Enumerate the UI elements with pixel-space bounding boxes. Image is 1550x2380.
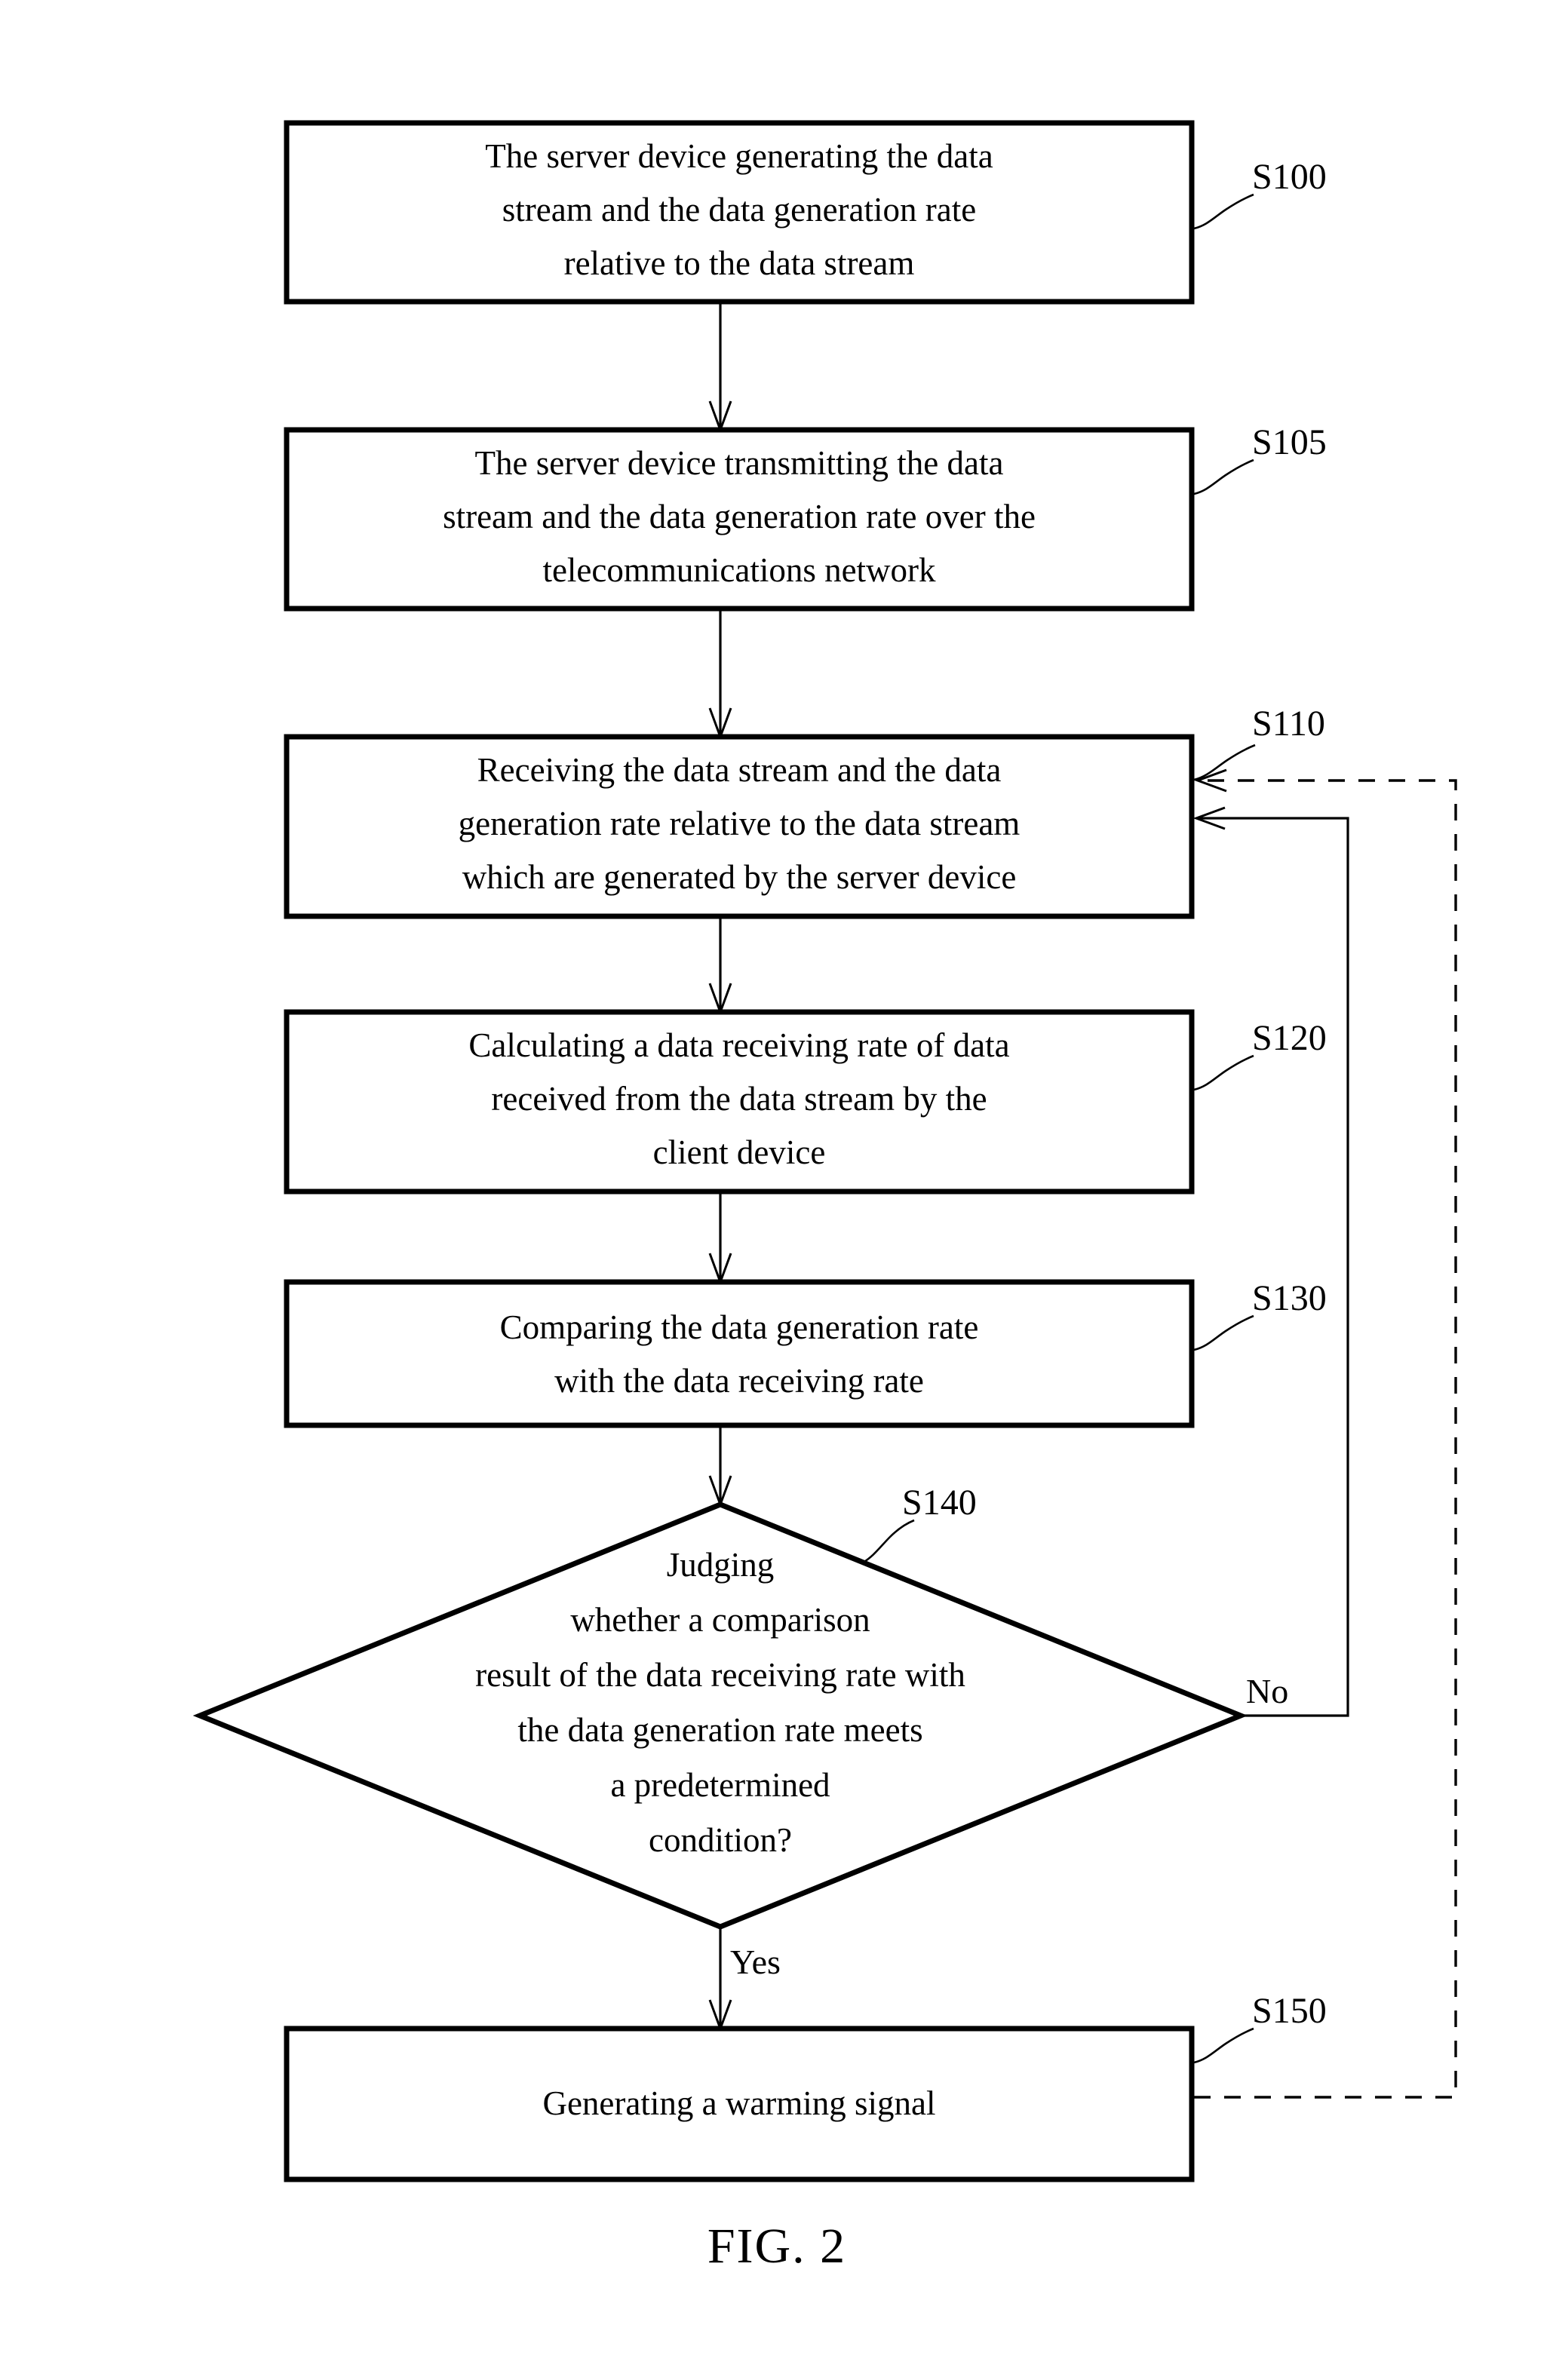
- s100-step-label: S100: [1252, 157, 1327, 197]
- arrow-s100-s105: [708, 302, 732, 434]
- s140-line-3: result of the data receiving rate with: [475, 1656, 965, 1694]
- s130-line-2: with the data receiving rate: [554, 1362, 924, 1400]
- s150-step-label-group: S150: [1193, 1991, 1327, 2064]
- s110-line-3: which are generated by the server device: [462, 858, 1017, 896]
- arrow-s120-s130: [708, 1192, 732, 1286]
- s130-step-label-group: S130: [1193, 1278, 1327, 1351]
- s100-leader-line: [1193, 193, 1254, 230]
- s110-leader-line: [1193, 744, 1256, 781]
- arrow-s105-s110: [708, 609, 732, 741]
- s140-leader-line: [862, 1519, 915, 1564]
- s120-line-2: received from the data stream by the: [491, 1080, 987, 1118]
- node-s110: Receiving the data stream and the data g…: [284, 734, 1195, 919]
- s140-line-2: whether a comparison: [570, 1601, 870, 1639]
- s120-leader-line: [1193, 1054, 1254, 1091]
- branch-yes: Yes: [708, 1927, 781, 2032]
- s140-line-5: a predetermined: [610, 1766, 830, 1804]
- s105-step-label-group: S105: [1193, 422, 1327, 495]
- s130-line-1: Comparing the data generation rate: [500, 1308, 979, 1346]
- s140-line-4: the data generation rate meets: [517, 1711, 922, 1749]
- s120-line-1: Calculating a data receiving rate of dat…: [468, 1026, 1009, 1064]
- node-s105: The server device transmitting the data …: [284, 427, 1195, 612]
- no-return-path: [1198, 817, 1349, 1717]
- s150-step-label: S150: [1252, 1991, 1327, 2031]
- feedback-s150-to-s110: [1194, 768, 1457, 2099]
- s110-step-label-group: S110: [1193, 704, 1325, 781]
- s110-line-2: generation rate relative to the data str…: [459, 805, 1021, 842]
- s105-step-label: S105: [1252, 422, 1327, 462]
- flowchart-canvas: The server device generating the data st…: [192, 120, 1457, 2274]
- s105-line-1: The server device transmitting the data: [475, 444, 1004, 482]
- s130-step-label: S130: [1252, 1278, 1327, 1318]
- s140-step-label: S140: [902, 1483, 977, 1523]
- s150-leader-line: [1193, 2027, 1254, 2064]
- s100-line-3: relative to the data stream: [564, 244, 915, 282]
- flowchart-figure: The server device generating the data st…: [0, 0, 1550, 2380]
- feedback-dashed-path: [1194, 779, 1457, 2099]
- s100-line-2: stream and the data generation rate: [502, 191, 976, 228]
- s140-line-6: condition?: [649, 1821, 792, 1859]
- s120-line-3: client device: [653, 1133, 826, 1171]
- s140-line-1: Judging: [667, 1546, 775, 1584]
- node-s130: Comparing the data generation rate with …: [284, 1279, 1195, 1428]
- s110-step-label: S110: [1252, 704, 1325, 744]
- s150-line-1: Generating a warming signal: [542, 2084, 935, 2122]
- arrow-s110-s120: [708, 916, 732, 1016]
- s105-leader-line: [1193, 459, 1254, 495]
- yes-branch-label: Yes: [730, 1943, 781, 1981]
- no-branch-label: No: [1246, 1672, 1288, 1710]
- branch-no: No: [1192, 806, 1349, 1717]
- s130-box: [284, 1279, 1195, 1428]
- figure-caption: FIG. 2: [707, 2219, 846, 2274]
- s140-step-label-group: S140: [862, 1483, 977, 1564]
- node-s140: Judging whether a comparison result of t…: [192, 1501, 1248, 1930]
- s130-leader-line: [1193, 1314, 1254, 1351]
- s105-line-2: stream and the data generation rate over…: [443, 498, 1036, 535]
- s120-step-label: S120: [1252, 1018, 1327, 1058]
- s120-step-label-group: S120: [1193, 1018, 1327, 1091]
- s105-line-3: telecommunications network: [542, 551, 936, 589]
- s110-line-1: Receiving the data stream and the data: [477, 751, 1002, 789]
- node-s150: Generating a warming signal: [284, 2026, 1195, 2182]
- s100-step-label-group: S100: [1193, 157, 1327, 230]
- arrow-s130-s140: [708, 1425, 732, 1508]
- s100-line-1: The server device generating the data: [485, 137, 993, 175]
- node-s120: Calculating a data receiving rate of dat…: [284, 1009, 1195, 1195]
- node-s100: The server device generating the data st…: [284, 120, 1195, 305]
